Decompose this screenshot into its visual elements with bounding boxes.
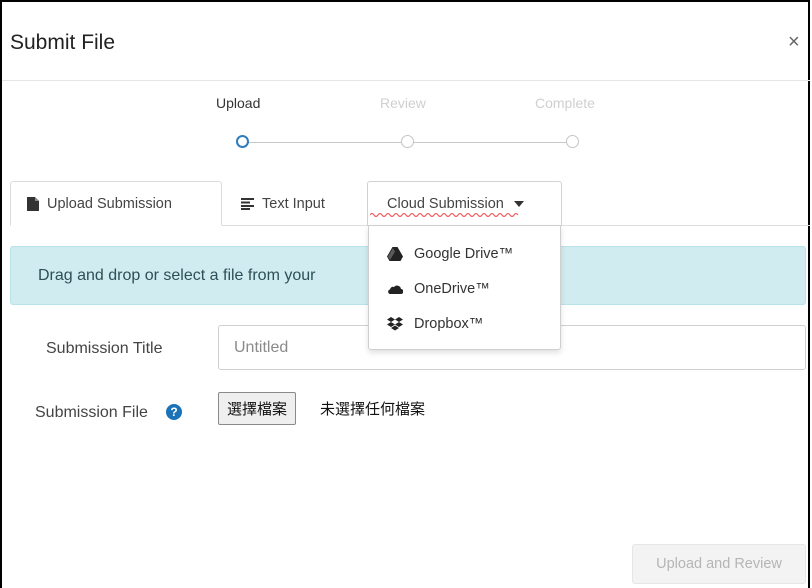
onedrive-icon [388, 285, 403, 294]
step-review-circle [401, 135, 414, 148]
menu-item-google-drive[interactable]: Google Drive™ [387, 246, 513, 262]
menu-item-label: Dropbox™ [414, 316, 484, 332]
step-review-label: Review [380, 95, 426, 111]
menu-item-dropbox[interactable]: Dropbox™ [387, 316, 483, 332]
menu-item-label: Google Drive™ [414, 246, 514, 262]
file-icon [27, 196, 39, 211]
tab-text-label: Text Input [262, 195, 325, 212]
choose-file-button[interactable]: 選擇檔案 [218, 392, 297, 425]
step-connector [414, 142, 567, 143]
spellcheck-underline [370, 212, 519, 217]
drop-zone-text: Drag and drop or select a file from your [38, 267, 316, 284]
dialog-title: Submit File [10, 31, 116, 54]
tab-cloud-submission[interactable]: Cloud Submission [367, 181, 562, 226]
submission-file-label: Submission File [35, 404, 148, 421]
question-circle-icon[interactable]: ? [166, 404, 182, 420]
align-left-icon [241, 197, 254, 210]
cloud-submission-menu: Google Drive™ OneDrive™ Dropbox™ [368, 225, 561, 350]
close-button[interactable]: × [788, 32, 800, 52]
google-drive-icon [387, 247, 403, 261]
submission-title-label: Submission Title [46, 340, 163, 357]
dropbox-icon [387, 317, 403, 331]
tab-text-input[interactable]: Text Input [225, 181, 365, 226]
menu-item-onedrive[interactable]: OneDrive™ [387, 281, 490, 297]
step-complete-label: Complete [535, 95, 595, 111]
step-upload-label: Upload [216, 95, 261, 111]
step-connector [248, 142, 401, 143]
menu-item-label: OneDrive™ [414, 281, 490, 297]
upload-and-review-button[interactable]: Upload and Review [632, 544, 806, 584]
tab-cloud-label: Cloud Submission [387, 196, 504, 212]
file-status-text: 未選擇任何檔案 [320, 400, 426, 418]
header-divider [2, 80, 810, 81]
tab-upload-submission[interactable]: Upload Submission [10, 181, 222, 226]
caret-down-icon [513, 201, 524, 207]
step-complete-circle [566, 135, 579, 148]
tab-upload-label: Upload Submission [47, 195, 172, 212]
step-upload-circle [236, 135, 249, 148]
